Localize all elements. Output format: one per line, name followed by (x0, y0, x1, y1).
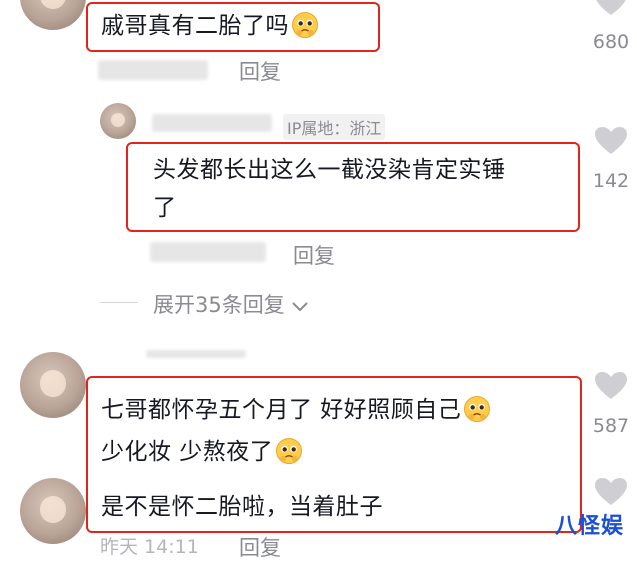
comment-text: 戚哥真有二胎了吗 (101, 9, 319, 43)
like-heart-icon[interactable] (593, 127, 629, 155)
comment-text-line: 少化妆 少熬夜了 (101, 435, 303, 469)
comment-text-line: 了 (153, 195, 177, 221)
comment-text-content: 七哥都怀孕五个月了 好好照顾自己 (101, 397, 462, 423)
timestamp-blurred (98, 60, 208, 80)
ip-location-badge: IP属地：浙江 (283, 114, 386, 140)
comment-text-line: 七哥都怀孕五个月了 好好照顾自己 (101, 393, 491, 427)
timestamp-blurred (150, 242, 266, 262)
like-heart-icon[interactable] (593, 0, 629, 16)
comment-text-line: 是不是怀二胎啦，当着肚子 (101, 494, 383, 520)
comment-text-content: 少化妆 少熬夜了 (101, 439, 274, 465)
expand-replies-button[interactable]: 展开35条回复 (153, 289, 309, 319)
pleading-face-emoji-icon (292, 11, 318, 38)
expand-divider (100, 302, 138, 303)
chevron-down-icon (292, 302, 309, 312)
reply-button[interactable]: 回复 (293, 240, 335, 270)
expand-replies-label: 展开35条回复 (153, 293, 285, 317)
username-blurred (152, 114, 272, 132)
comment-text-line: 头发都长出这么一截没染肯定实锤 (153, 157, 506, 183)
like-count: 142 (592, 170, 630, 192)
avatar[interactable] (20, 0, 86, 30)
reply-button[interactable]: 回复 (239, 56, 281, 86)
like-heart-icon[interactable] (593, 372, 629, 400)
avatar[interactable] (20, 478, 86, 544)
watermark: 八怪娱 (555, 514, 625, 539)
reply-button[interactable]: 回复 (239, 532, 281, 562)
like-count: 587 (592, 415, 630, 437)
pleading-face-emoji-icon (276, 437, 303, 464)
avatar[interactable] (20, 352, 86, 418)
comment-text-content: 戚哥真有二胎了吗 (101, 13, 289, 39)
avatar[interactable] (100, 103, 136, 139)
username-blurred (146, 350, 246, 358)
like-heart-icon[interactable] (593, 478, 629, 506)
pleading-face-emoji-icon (464, 395, 491, 422)
like-count: 680 (592, 31, 630, 53)
